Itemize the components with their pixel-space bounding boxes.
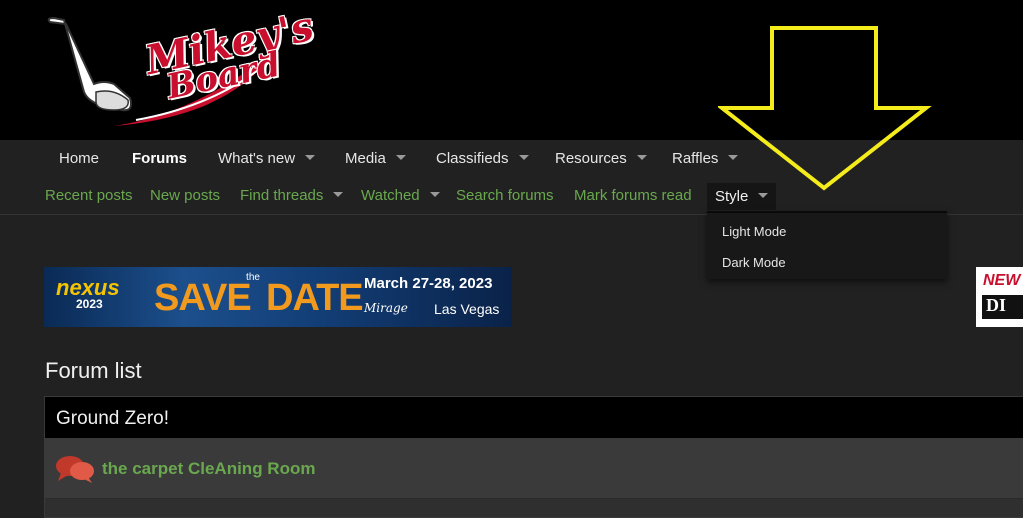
speech-bubbles-icon xyxy=(56,456,94,483)
nav-whats-new-label: What's new xyxy=(218,150,296,167)
nav-home[interactable]: Home xyxy=(59,150,99,167)
banner-the: the xyxy=(246,272,260,283)
subnav-watched-label: Watched xyxy=(361,187,420,204)
subnav-watched[interactable]: Watched xyxy=(361,187,440,204)
banner-event-dates: March 27-28, 2023 xyxy=(364,275,493,292)
nav-classifieds[interactable]: Classifieds xyxy=(436,150,529,167)
forum-node[interactable]: the carpet CleAning Room xyxy=(45,438,1023,499)
nav-resources[interactable]: Resources xyxy=(555,150,647,167)
subnav-mark-forums-read[interactable]: Mark forums read xyxy=(574,187,692,204)
subnav-new-posts[interactable]: New posts xyxy=(150,187,220,204)
chevron-down-icon[interactable] xyxy=(518,154,529,160)
style-dropdown-menu: Light Mode Dark Mode xyxy=(707,211,947,279)
chevron-down-icon[interactable] xyxy=(758,192,769,198)
chevron-down-icon[interactable] xyxy=(305,154,316,160)
banner-date: DATE xyxy=(266,277,364,319)
forum-node-title[interactable]: the carpet CleAning Room xyxy=(102,459,315,479)
subnav-find-threads[interactable]: Find threads xyxy=(240,187,344,204)
nav-whats-new[interactable]: What's new xyxy=(218,150,316,167)
chevron-down-icon[interactable] xyxy=(636,154,647,160)
banner-venue-logo: Mirage xyxy=(364,301,408,315)
category-title: Ground Zero! xyxy=(56,408,169,429)
nav-resources-label: Resources xyxy=(555,150,627,167)
nav-forums[interactable]: Forums xyxy=(132,150,187,167)
menu-item-dark-mode[interactable]: Dark Mode xyxy=(722,255,786,270)
nav-classifieds-label: Classifieds xyxy=(436,150,509,167)
banner-save: SAVE xyxy=(154,277,252,319)
chevron-down-icon[interactable] xyxy=(333,191,344,197)
nexus-ad-banner[interactable]: nexus 2023 SAVE the DATE March 27-28, 20… xyxy=(44,267,512,327)
side-ad-di: DI xyxy=(982,295,1023,319)
page-title: Forum list xyxy=(45,358,142,383)
site-logo[interactable]: Mikey's Board xyxy=(44,3,318,132)
nav-raffles-label: Raffles xyxy=(672,150,719,167)
subnav-find-threads-label: Find threads xyxy=(240,187,324,204)
forum-category-block: Ground Zero! the carpet CleAning Room xyxy=(44,396,1023,518)
menu-item-light-mode[interactable]: Light Mode xyxy=(722,224,786,239)
arrow-down-icon xyxy=(718,26,932,191)
banner-year: 2023 xyxy=(76,297,103,311)
banner-location: Las Vegas xyxy=(434,301,500,317)
side-ad-new: NEW xyxy=(983,272,1021,289)
subnav-search-forums[interactable]: Search forums xyxy=(456,187,554,204)
nav-media[interactable]: Media xyxy=(345,150,406,167)
category-header[interactable]: Ground Zero! xyxy=(45,397,1023,438)
side-ad-banner[interactable]: NEW DI xyxy=(976,267,1023,327)
nav-media-label: Media xyxy=(345,150,386,167)
chevron-down-icon[interactable] xyxy=(395,154,406,160)
subnav-recent-posts[interactable]: Recent posts xyxy=(45,187,133,204)
chevron-down-icon[interactable] xyxy=(429,191,440,197)
